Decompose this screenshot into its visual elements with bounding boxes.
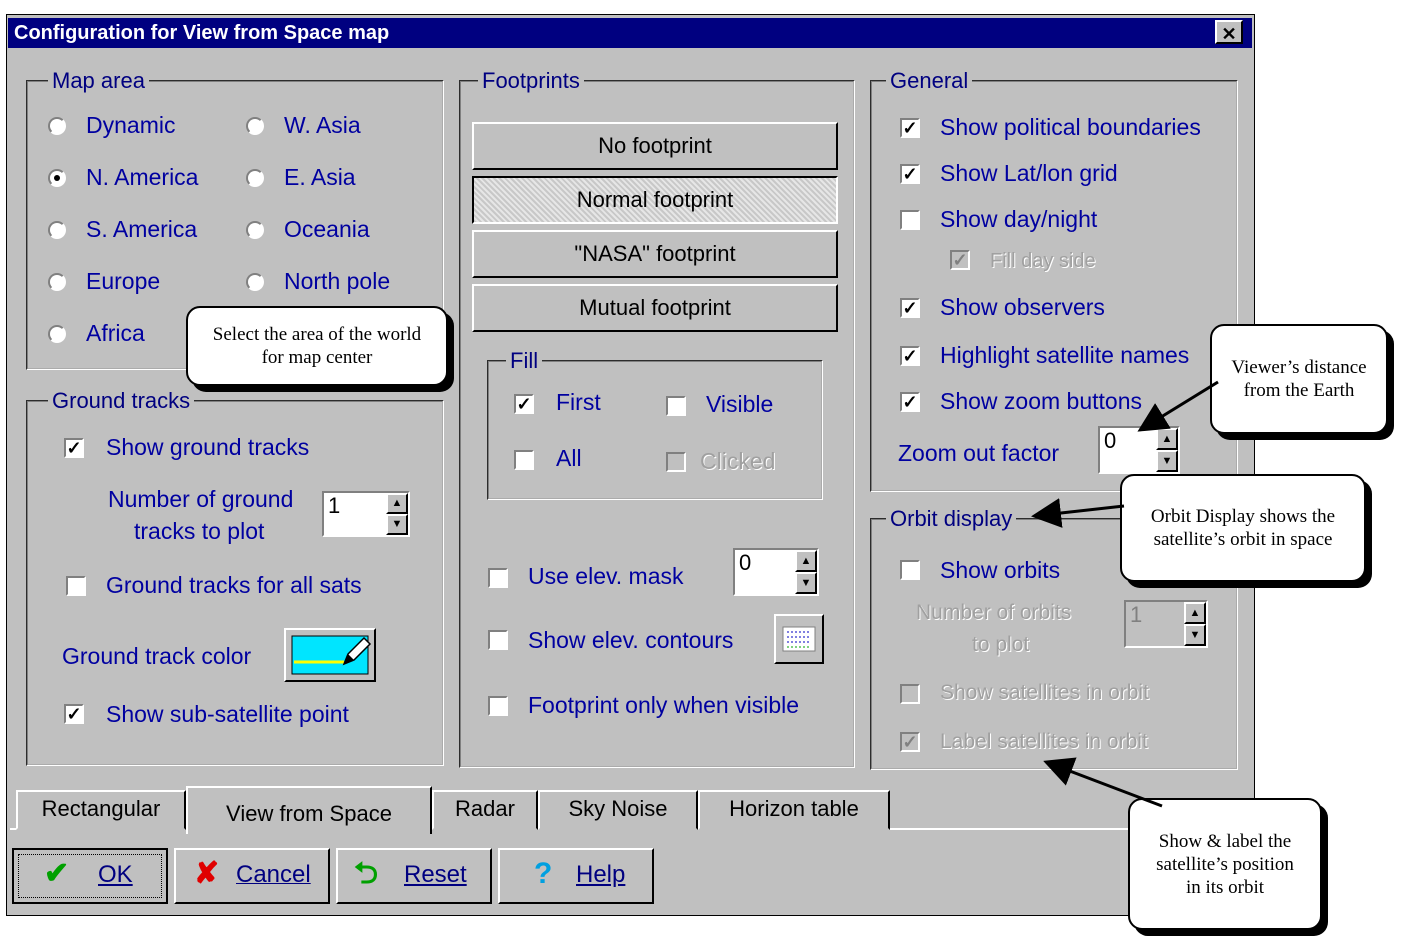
arrow-viewer-distance: [1137, 380, 1219, 432]
tab-view-from-space[interactable]: View from Space: [186, 786, 432, 834]
arrow-show-label: [1043, 757, 1163, 808]
arrow-orbit-display: [1031, 498, 1125, 528]
